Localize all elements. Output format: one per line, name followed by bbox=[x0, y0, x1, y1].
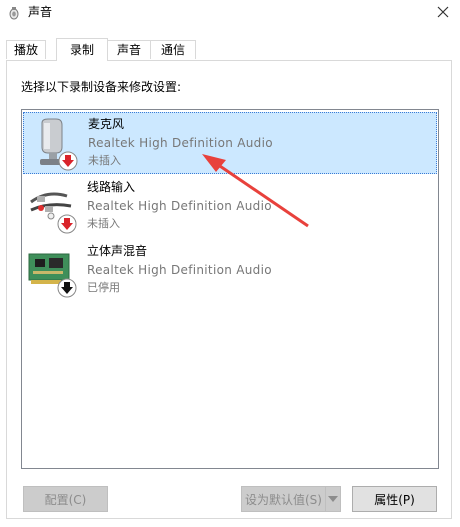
tab-recording[interactable]: 录制 bbox=[56, 38, 108, 61]
device-item-stereo-mix[interactable]: 立体声混音 Realtek High Definition Audio 已停用 bbox=[23, 240, 437, 302]
device-status: 未插入 bbox=[88, 154, 121, 167]
window-title: 声音 bbox=[28, 5, 53, 19]
configure-button[interactable]: 配置(C) bbox=[23, 486, 108, 512]
device-name: 立体声混音 bbox=[87, 244, 148, 258]
recording-panel: 选择以下录制设备来修改设置: 麦克风 Realtek High Definiti… bbox=[6, 60, 452, 519]
close-icon bbox=[437, 6, 449, 18]
device-status: 已停用 bbox=[87, 281, 120, 294]
sound-card-icon bbox=[28, 253, 77, 298]
set-default-button[interactable]: 设为默认值(S) bbox=[241, 486, 326, 512]
annotation-arrow bbox=[202, 154, 309, 228]
tab-sounds[interactable]: 声音 bbox=[106, 40, 152, 59]
chevron-down-icon bbox=[328, 496, 338, 502]
microphone-icon bbox=[40, 118, 78, 171]
properties-button[interactable]: 属性(P) bbox=[352, 486, 437, 512]
line-in-cable-icon bbox=[30, 192, 77, 234]
device-name: 麦克风 bbox=[88, 117, 125, 131]
tab-playback[interactable]: 播放 bbox=[6, 40, 46, 59]
instruction-text: 选择以下录制设备来修改设置: bbox=[21, 80, 182, 94]
device-driver: Realtek High Definition Audio bbox=[87, 263, 272, 277]
device-list[interactable]: 麦克风 Realtek High Definition Audio 未插入 线路… bbox=[21, 109, 439, 469]
device-status: 未插入 bbox=[87, 217, 120, 230]
device-name: 线路输入 bbox=[87, 180, 136, 194]
title-bar: 声音 bbox=[0, 0, 460, 28]
speaker-icon bbox=[9, 7, 19, 20]
close-button[interactable] bbox=[426, 0, 460, 24]
tab-communications[interactable]: 通信 bbox=[150, 40, 196, 59]
set-default-dropdown[interactable] bbox=[325, 486, 341, 512]
